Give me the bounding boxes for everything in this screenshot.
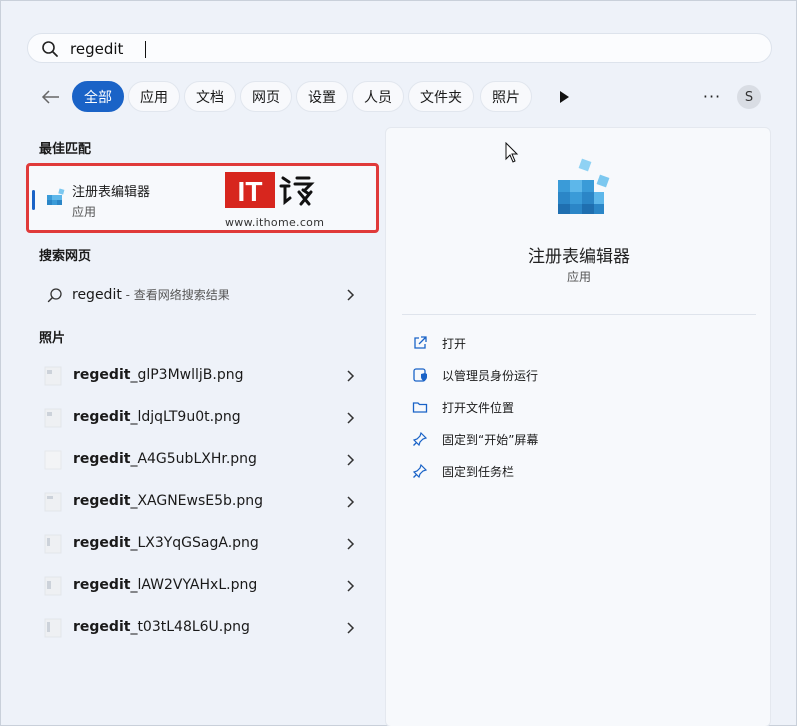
image-thumbnail-icon — [44, 618, 62, 638]
svg-text:IT: IT — [238, 176, 263, 207]
detail-panel: 注册表编辑器 应用 打开 以管理员身份运行 打开文件位置 固定到“开始”屏幕 固… — [385, 127, 771, 726]
chevron-right-icon — [347, 580, 355, 592]
chevron-right-icon — [347, 496, 355, 508]
image-thumbnail-icon — [44, 492, 62, 512]
best-match-app-type: 应用 — [72, 205, 97, 219]
chevron-right-icon — [347, 454, 355, 466]
photo-result-row[interactable]: regedit_A4G5ubLXHr.png — [35, 442, 375, 478]
back-arrow-icon[interactable] — [37, 83, 65, 111]
photo-file-name: regedit_lAW2VYAHxL.png — [73, 577, 258, 593]
filter-settings[interactable]: 设置 — [296, 81, 348, 112]
photo-file-name: regedit_XAGNEwsE5b.png — [73, 493, 264, 509]
avatar[interactable]: S — [737, 85, 761, 109]
best-match-app-name: 注册表编辑器 — [72, 185, 151, 200]
chevron-right-icon — [347, 412, 355, 424]
photo-file-name: regedit_ldjqLT9u0t.png — [73, 409, 241, 425]
detail-app-type: 应用 — [566, 270, 591, 284]
web-query-text: regedit - 查看网络搜索结果 — [72, 287, 230, 303]
text-caret — [145, 41, 146, 58]
web-search-heading: 搜索网页 — [39, 249, 92, 264]
open-external-icon — [414, 336, 427, 349]
play-icon[interactable] — [557, 89, 571, 105]
filter-web[interactable]: 网页 — [240, 81, 292, 112]
folder-icon — [412, 402, 428, 413]
web-search-row[interactable]: regedit - 查看网络搜索结果 — [35, 277, 375, 313]
action-pin-to-start[interactable]: 固定到“开始”屏幕 — [412, 428, 742, 450]
chevron-right-icon — [347, 538, 355, 550]
photo-file-name: regedit_t03tL48L6U.png — [73, 619, 250, 635]
filter-people[interactable]: 人员 — [352, 81, 404, 112]
action-pin-to-taskbar[interactable]: 固定到任务栏 — [412, 460, 742, 482]
pin-icon — [412, 431, 428, 447]
image-thumbnail-icon — [44, 576, 62, 596]
chevron-right-icon — [347, 289, 355, 301]
image-thumbnail-icon — [44, 534, 62, 554]
photos-heading: 照片 — [39, 331, 66, 346]
filter-folders[interactable]: 文件夹 — [408, 81, 474, 112]
photo-result-row[interactable]: regedit_lAW2VYAHxL.png — [35, 568, 375, 604]
image-thumbnail-icon — [44, 366, 62, 386]
photo-result-row[interactable]: regedit_XAGNEwsE5b.png — [35, 484, 375, 520]
best-match-card[interactable]: 注册表编辑器 应用 IT www.ithome.com — [26, 163, 379, 233]
mouse-cursor-icon — [505, 142, 519, 163]
filter-all[interactable]: 全部 — [72, 81, 124, 112]
photo-file-name: regedit_A4G5ubLXHr.png — [73, 451, 257, 467]
photo-result-row[interactable]: regedit_ldjqLT9u0t.png — [35, 400, 375, 436]
action-open[interactable]: 打开 — [412, 332, 742, 354]
divider — [402, 314, 756, 315]
filter-apps[interactable]: 应用 — [128, 81, 180, 112]
photo-result-row[interactable]: regedit_glP3MwlljB.png — [35, 358, 375, 394]
image-thumbnail-icon — [44, 450, 62, 470]
action-label: 打开文件位置 — [442, 401, 515, 415]
action-open-file-location[interactable]: 打开文件位置 — [412, 396, 742, 418]
ithome-logo: IT — [225, 172, 315, 208]
watermark-url: www.ithome.com — [225, 216, 325, 229]
filter-documents[interactable]: 文档 — [184, 81, 236, 112]
search-icon — [42, 41, 58, 57]
photo-result-row[interactable]: regedit_t03tL48L6U.png — [35, 610, 375, 646]
action-label: 以管理员身份运行 — [442, 369, 539, 383]
filter-photos[interactable]: 照片 — [480, 81, 532, 112]
search-box[interactable] — [27, 33, 772, 63]
filter-bar: 全部 应用 文档 网页 设置 人员 文件夹 照片 ··· S — [37, 81, 777, 113]
best-match-heading: 最佳匹配 — [39, 142, 92, 157]
selection-indicator — [32, 190, 35, 210]
more-options-button[interactable]: ··· — [701, 87, 723, 107]
pin-icon — [412, 463, 428, 479]
action-label: 固定到任务栏 — [442, 465, 515, 479]
shield-admin-icon — [413, 368, 427, 382]
photo-file-name: regedit_LX3YqGSagA.png — [73, 535, 259, 551]
search-input[interactable] — [70, 38, 750, 60]
action-label: 打开 — [442, 337, 467, 351]
detail-app-name: 注册表编辑器 — [528, 247, 630, 267]
registry-editor-icon — [558, 158, 610, 214]
photo-file-name: regedit_glP3MwlljB.png — [73, 367, 244, 383]
registry-editor-icon — [47, 188, 65, 205]
chevron-right-icon — [347, 622, 355, 634]
start-search-window: 全部 应用 文档 网页 设置 人员 文件夹 照片 ··· S 最佳匹配 注册表编… — [0, 0, 797, 726]
search-icon — [47, 288, 62, 303]
photo-result-row[interactable]: regedit_LX3YqGSagA.png — [35, 526, 375, 562]
action-label: 固定到“开始”屏幕 — [442, 433, 539, 447]
chevron-right-icon — [347, 370, 355, 382]
image-thumbnail-icon — [44, 408, 62, 428]
action-run-as-admin[interactable]: 以管理员身份运行 — [412, 364, 742, 386]
